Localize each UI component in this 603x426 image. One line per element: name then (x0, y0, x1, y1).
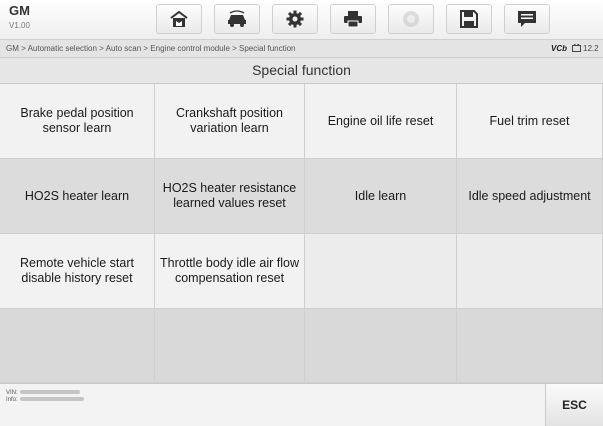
empty-tile (305, 309, 457, 383)
function-label: Throttle body idle air flow compensation… (160, 256, 299, 285)
app-title: GM (9, 3, 30, 18)
function-tile[interactable]: Idle learn (305, 159, 457, 234)
battery-icon (572, 44, 581, 52)
function-tile[interactable]: Throttle body idle air flow compensation… (155, 234, 305, 309)
function-tile[interactable]: Engine oil life reset (305, 84, 457, 159)
footer-bar: VIN: Info: ESC (0, 383, 603, 426)
function-tile[interactable]: Crankshaft position variation learn (155, 84, 305, 159)
page-title: Special function (0, 58, 603, 84)
help-icon (403, 11, 419, 27)
empty-tile (457, 309, 603, 383)
function-label: Brake pedal position sensor learn (20, 106, 134, 135)
info-line: Info: (6, 397, 84, 404)
function-label: Engine oil life reset (327, 113, 434, 128)
breadcrumb-bar: GM > Automatic selection > Auto scan > E… (0, 40, 603, 58)
function-tile[interactable]: Fuel trim reset (457, 84, 603, 159)
function-label: Remote vehicle start disable history res… (20, 256, 134, 285)
empty-tile (155, 309, 305, 383)
help-button[interactable] (388, 4, 434, 34)
vehicle-swap-button[interactable] (214, 4, 260, 34)
vehicle-swap-icon (228, 10, 246, 27)
vin-label: VIN: (6, 390, 18, 396)
save-icon (460, 10, 478, 28)
function-tile[interactable]: Remote vehicle start disable history res… (0, 234, 155, 309)
print-button[interactable] (330, 4, 376, 34)
empty-tile (0, 309, 155, 383)
settings-button[interactable] (272, 4, 318, 34)
home-icon (170, 10, 188, 27)
function-tile[interactable]: Idle speed adjustment (457, 159, 603, 234)
function-label: Idle speed adjustment (468, 188, 591, 203)
esc-button[interactable]: ESC (545, 384, 603, 426)
data-logging-icon (518, 11, 536, 27)
function-tile[interactable]: HO2S heater resistance learned values re… (155, 159, 305, 234)
vci-status: VCb (551, 44, 567, 53)
function-grid: Brake pedal position sensor learn Cranks… (0, 84, 603, 383)
info-label: Info: (6, 397, 18, 403)
empty-tile (305, 234, 457, 309)
save-button[interactable] (446, 4, 492, 34)
info-value-redacted (19, 397, 84, 402)
empty-tile (457, 234, 603, 309)
function-label: Idle learn (354, 188, 407, 203)
function-label: HO2S heater resistance learned values re… (162, 181, 297, 210)
function-label: HO2S heater learn (24, 188, 130, 203)
function-tile[interactable]: Brake pedal position sensor learn (0, 84, 155, 159)
app-window: GM V1.00 GM > Automatic selection > Auto… (0, 0, 603, 426)
battery-voltage: 12.2 (583, 44, 599, 53)
function-label: Crankshaft position variation learn (175, 106, 283, 135)
function-label: Fuel trim reset (489, 113, 570, 128)
printer-icon (344, 11, 362, 28)
gear-icon (286, 10, 304, 28)
top-toolbar: GM V1.00 (0, 0, 603, 40)
breadcrumb: GM > Automatic selection > Auto scan > E… (6, 44, 296, 53)
vin-line: VIN: (6, 390, 80, 397)
app-version: V1.00 (9, 21, 30, 30)
home-button[interactable] (156, 4, 202, 34)
data-logging-button[interactable] (504, 4, 550, 34)
vin-value-redacted (19, 390, 80, 395)
function-tile[interactable]: HO2S heater learn (0, 159, 155, 234)
